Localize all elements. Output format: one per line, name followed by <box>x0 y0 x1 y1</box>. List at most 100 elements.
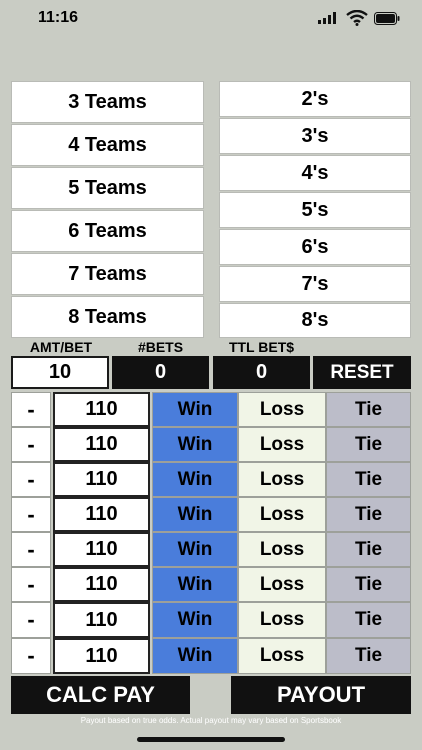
team-button-label: 3 Teams <box>68 90 147 113</box>
reset-button[interactable]: RESET <box>313 356 411 389</box>
odds-value: 110 <box>85 503 118 525</box>
loss-button[interactable]: Loss <box>238 392 326 427</box>
num-bets-value: 0 <box>154 361 167 383</box>
status-time: 11:16 <box>38 9 79 26</box>
loss-button[interactable]: Loss <box>238 462 326 497</box>
odds-input[interactable]: 110 <box>53 532 150 567</box>
amt-bet-label: AMT/BET <box>29 339 93 355</box>
num-bets-label: #BETS <box>137 339 184 355</box>
minus-button[interactable]: - <box>11 392 51 427</box>
odds-value: 110 <box>85 468 118 490</box>
win-button[interactable]: Win <box>152 638 238 674</box>
tie-button[interactable]: Tie <box>326 462 411 497</box>
tie-label: Tie <box>354 645 383 666</box>
home-indicator[interactable] <box>137 737 285 742</box>
split-button-4[interactable]: 4's <box>219 155 411 191</box>
team-button-label: 6 Teams <box>68 219 147 242</box>
battery-icon <box>374 12 400 25</box>
ttl-bets-value: 0 <box>255 361 268 383</box>
minus-label: - <box>27 536 35 562</box>
minus-button[interactable]: - <box>11 602 51 638</box>
minus-label: - <box>27 396 35 422</box>
split-button-label: 8's <box>301 309 329 331</box>
odds-input[interactable]: 110 <box>53 392 150 427</box>
win-label: Win <box>177 573 213 595</box>
tie-button[interactable]: Tie <box>326 567 411 602</box>
tie-button[interactable]: Tie <box>326 497 411 532</box>
team-button-label: 7 Teams <box>68 262 147 285</box>
odds-input[interactable]: 110 <box>53 462 150 497</box>
split-button-label: 2's <box>301 87 329 110</box>
win-button[interactable]: Win <box>152 497 238 532</box>
tie-button[interactable]: Tie <box>326 392 411 427</box>
minus-button[interactable]: - <box>11 462 51 497</box>
loss-label: Loss <box>259 538 305 560</box>
split-button-label: 3's <box>301 124 329 147</box>
win-label: Win <box>177 503 213 525</box>
payout-button[interactable]: PAYOUT <box>231 676 411 714</box>
loss-label: Loss <box>259 468 305 490</box>
split-button-5[interactable]: 5's <box>219 192 411 228</box>
odds-value: 110 <box>85 538 118 560</box>
split-button-2[interactable]: 2's <box>219 81 411 117</box>
win-button[interactable]: Win <box>152 392 238 427</box>
odds-input[interactable]: 110 <box>53 427 150 462</box>
minus-button[interactable]: - <box>11 567 51 602</box>
team-button-5[interactable]: 5 Teams <box>11 167 204 209</box>
split-button-8[interactable]: 8's <box>219 303 411 338</box>
tie-label: Tie <box>354 573 383 595</box>
win-button[interactable]: Win <box>152 427 238 462</box>
minus-button[interactable]: - <box>11 427 51 462</box>
win-button[interactable]: Win <box>152 567 238 602</box>
minus-label: - <box>27 571 35 597</box>
team-button-label: 8 Teams <box>68 305 147 328</box>
tie-button[interactable]: Tie <box>326 602 411 638</box>
minus-label: - <box>27 466 35 492</box>
loss-button[interactable]: Loss <box>238 427 326 462</box>
loss-label: Loss <box>259 433 305 455</box>
win-button[interactable]: Win <box>152 532 238 567</box>
tie-label: Tie <box>354 609 383 630</box>
split-button-label: 4's <box>301 161 329 184</box>
team-button-3[interactable]: 3 Teams <box>11 81 204 123</box>
minus-button[interactable]: - <box>11 497 51 532</box>
loss-button[interactable]: Loss <box>238 532 326 567</box>
odds-input[interactable]: 110 <box>53 638 150 674</box>
ttl-bets-display: 0 <box>213 356 310 389</box>
loss-button[interactable]: Loss <box>238 602 326 638</box>
odds-input[interactable]: 110 <box>53 567 150 602</box>
split-button-6[interactable]: 6's <box>219 229 411 265</box>
win-button[interactable]: Win <box>152 602 238 638</box>
split-button-3[interactable]: 3's <box>219 118 411 154</box>
split-button-7[interactable]: 7's <box>219 266 411 302</box>
odds-input[interactable]: 110 <box>53 602 150 638</box>
odds-input[interactable]: 110 <box>53 497 150 532</box>
odds-value: 110 <box>85 398 118 420</box>
win-button[interactable]: Win <box>152 462 238 497</box>
win-label: Win <box>177 538 213 560</box>
loss-button[interactable]: Loss <box>238 638 326 674</box>
team-button-6[interactable]: 6 Teams <box>11 210 204 252</box>
tie-button[interactable]: Tie <box>326 532 411 567</box>
split-button-label: 7's <box>301 272 329 295</box>
amt-bet-value: 10 <box>48 361 72 383</box>
win-label: Win <box>177 433 213 455</box>
signal-icon <box>318 12 336 24</box>
loss-label: Loss <box>259 573 305 595</box>
tie-button[interactable]: Tie <box>326 638 411 674</box>
win-label: Win <box>177 468 213 490</box>
tie-button[interactable]: Tie <box>326 427 411 462</box>
team-button-4[interactable]: 4 Teams <box>11 124 204 166</box>
win-label: Win <box>177 398 213 420</box>
bet-rows: - 110 Win Loss Tie - 110 Win Loss Tie - … <box>11 392 411 674</box>
amt-bet-input[interactable]: 10 <box>11 356 109 389</box>
loss-button[interactable]: Loss <box>238 567 326 602</box>
minus-button[interactable]: - <box>11 638 51 674</box>
calc-pay-button[interactable]: CALC PAY <box>11 676 190 714</box>
tie-label: Tie <box>354 398 383 420</box>
odds-value: 110 <box>85 433 118 455</box>
team-button-7[interactable]: 7 Teams <box>11 253 204 295</box>
loss-button[interactable]: Loss <box>238 497 326 532</box>
minus-button[interactable]: - <box>11 532 51 567</box>
team-button-8[interactable]: 8 Teams <box>11 296 204 338</box>
